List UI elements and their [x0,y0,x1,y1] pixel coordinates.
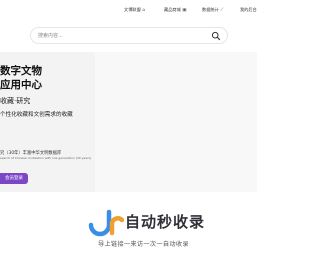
search-input[interactable] [38,31,198,41]
watermark-logo-icon [88,209,124,237]
home-icon: ⌂ [142,7,146,13]
hero-text-panel: 数字文物 应用中心 收藏·研究 个性化收藏和文创需求的收藏 究（30年）丰富中华… [0,52,95,192]
hero-image-panel [95,52,257,192]
hero-note-en: search of Chinese civilization with one … [0,156,92,160]
nav-item-label: 数据统计 [202,7,219,12]
top-nav-bar: 文博联盟 ⌂ 藏品商城 ▣ 数据统计 ⟋ 我的后台 [0,0,257,22]
nav-item-label: 我的后台 [240,7,257,12]
nav-item-backend[interactable]: 我的后台 [240,7,257,13]
hero-description: 个性化收藏和文创需求的收藏 [0,112,73,118]
nav-item-stats[interactable]: 数据统计 ⟋ [202,7,223,13]
hero-banner: 数字文物 应用中心 收藏·研究 个性化收藏和文创需求的收藏 究（30年）丰富中华… [0,52,257,192]
hero-title-line1: 数字文物 [0,65,42,77]
member-login-button[interactable]: 会员登录 [0,173,28,184]
hero-subtitle: 收藏·研究 [0,97,31,105]
search-bar [30,27,228,44]
chart-icon: ⟋ [220,8,224,13]
watermark: 自动秒收录 导上链接一来访一次一自动收录 [88,209,238,259]
nav-item-shop[interactable]: 藏品商城 ▣ [164,7,187,13]
nav-item-label: 藏品商城 [164,7,181,12]
watermark-brand: 自动秒收录 [125,213,206,231]
nav-item-alliance[interactable]: 文博联盟 ⌂ [124,7,145,13]
watermark-slogan: 导上链接一来访一次一自动收录 [98,241,189,248]
nav-item-label: 文博联盟 [124,7,141,12]
shop-icon: ▣ [182,7,187,13]
search-icon[interactable] [211,31,221,41]
hero-title-line2: 应用中心 [0,79,42,91]
